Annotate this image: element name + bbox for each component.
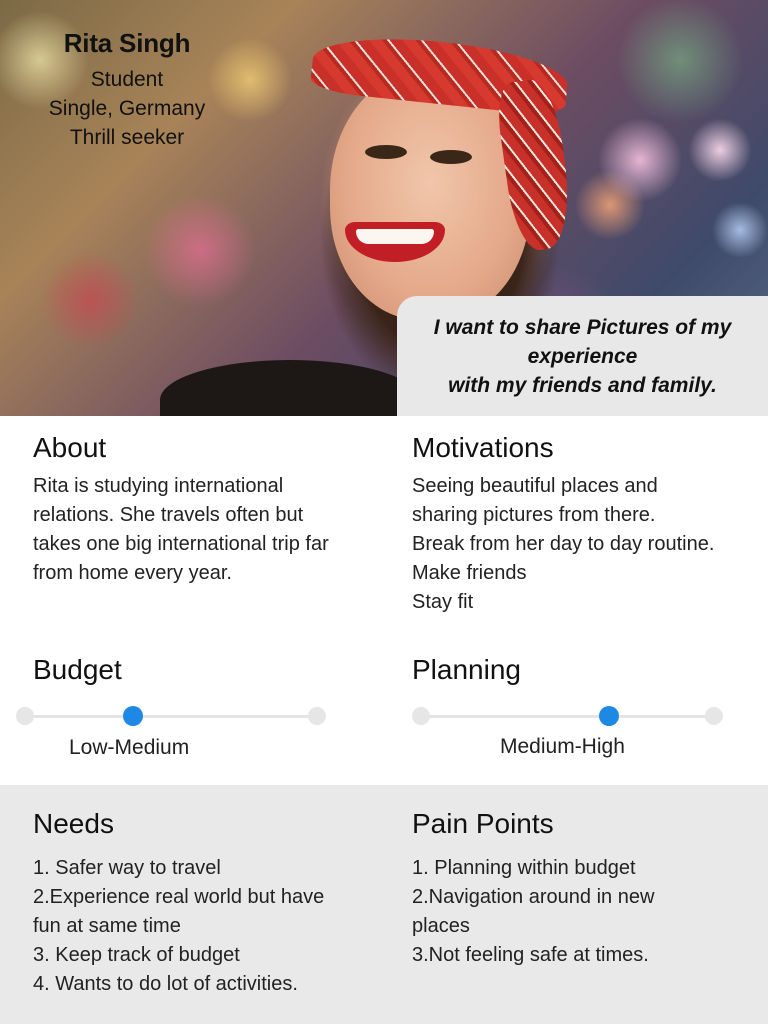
pain-points-list: 1. Planning within budget 2.Navigation a…: [412, 854, 752, 970]
photo-eye-left: [365, 145, 407, 159]
planning-slider-handle[interactable]: [598, 706, 619, 726]
planning-heading: Planning: [412, 654, 521, 685]
about-line: Rita is studying international: [33, 475, 284, 497]
budget-section: Budget: [33, 654, 122, 686]
persona-quote: I want to share Pictures of my experienc…: [397, 296, 768, 416]
about-text: Rita is studying international relations…: [33, 472, 373, 588]
budget-slider-track: [25, 715, 317, 718]
photo-teeth: [356, 229, 434, 244]
planning-section: Planning: [412, 654, 521, 686]
pain-point-item: places: [412, 915, 470, 937]
motivation-line: Seeing beautiful places and: [412, 475, 658, 497]
motivation-line: sharing pictures from there.: [412, 504, 656, 526]
planning-slider-track: [421, 715, 714, 718]
about-line: relations. She travels often but: [33, 504, 304, 526]
persona-occupation: Student: [90, 68, 164, 91]
quote-line: I want to share Pictures of my: [433, 315, 732, 339]
persona-trait: Thrill seeker: [69, 126, 185, 149]
motivations-section: Motivations Seeing beautiful places and …: [412, 432, 762, 617]
about-line: from home every year.: [33, 562, 232, 584]
motivation-line: Stay fit: [412, 591, 474, 613]
needs-item: 3. Keep track of budget: [33, 944, 240, 966]
planning-slider[interactable]: [412, 704, 723, 728]
motivation-line: Make friends: [412, 562, 527, 584]
pain-point-item: 3.Not feeling safe at times.: [412, 944, 649, 966]
needs-list: 1. Safer way to travel 2.Experience real…: [33, 854, 373, 999]
budget-heading: Budget: [33, 654, 122, 685]
about-heading: About: [33, 432, 107, 463]
pain-points-heading: Pain Points: [412, 808, 554, 839]
pain-points-section: Pain Points 1. Planning within budget 2.…: [412, 808, 752, 970]
quote-line: with my friends and family.: [448, 373, 717, 397]
needs-item: 1. Safer way to travel: [33, 857, 221, 879]
budget-slider-stop-max: [308, 707, 326, 725]
quote-line: experience: [527, 344, 638, 368]
photo-eye-right: [430, 150, 472, 164]
budget-slider[interactable]: [16, 704, 326, 728]
pain-point-item: 1. Planning within budget: [412, 857, 636, 879]
about-line: takes one big international trip far: [33, 533, 329, 555]
pain-point-item: 2.Navigation around in new: [412, 886, 655, 908]
budget-slider-stop-min: [16, 707, 34, 725]
about-section: About Rita is studying international rel…: [33, 432, 373, 588]
planning-slider-stop-max: [705, 707, 723, 725]
needs-item: 2.Experience real world but have: [33, 886, 325, 908]
needs-heading: Needs: [33, 808, 114, 839]
budget-slider-handle[interactable]: [123, 706, 144, 726]
motivation-line: Break from her day to day routine.: [412, 533, 715, 555]
planning-slider-stop-min: [412, 707, 430, 725]
needs-item: 4. Wants to do lot of activities.: [33, 973, 298, 995]
persona-identity: Rita Singh Student Single, Germany Thril…: [0, 28, 254, 152]
planning-level-label: Medium-High: [500, 735, 625, 758]
needs-section: Needs 1. Safer way to travel 2.Experienc…: [33, 808, 373, 999]
motivations-text: Seeing beautiful places and sharing pict…: [412, 472, 762, 617]
motivations-heading: Motivations: [412, 432, 554, 463]
needs-item: fun at same time: [33, 915, 181, 937]
persona-name: Rita Singh: [63, 28, 191, 58]
persona-status-location: Single, Germany: [48, 97, 206, 120]
budget-level-label: Low-Medium: [69, 736, 190, 759]
